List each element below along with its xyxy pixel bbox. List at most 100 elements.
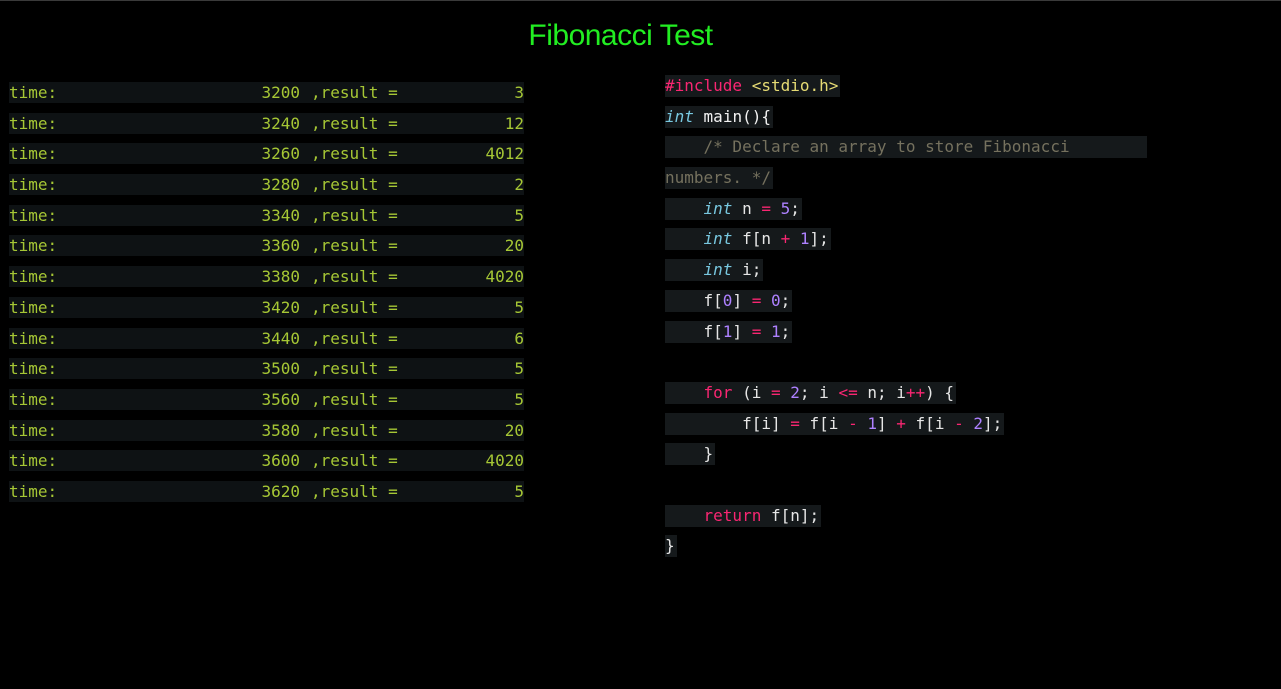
- code-line: }: [665, 443, 1165, 474]
- code-token: ];: [809, 229, 829, 249]
- results-list: time: 3200 ,result = 3 time: 3240 ,result = 12 t…: [9, 82, 524, 512]
- code-token: ; i: [799, 382, 829, 402]
- code-token: ];: [983, 413, 1003, 433]
- code-token: 0: [722, 290, 733, 310]
- code-token: ) {: [925, 382, 955, 402]
- code-token: f[: [703, 290, 723, 310]
- result-row: time: 3600 ,result = 4020: [9, 450, 524, 472]
- code-token: #include: [665, 76, 743, 95]
- code-token: <stdio.h>: [751, 76, 839, 95]
- result-row: time: 3580 ,result = 20: [9, 419, 524, 441]
- time-label: time:: [9, 481, 58, 501]
- code-token: 2: [790, 382, 800, 402]
- result-value: 5: [514, 205, 524, 225]
- code-token: ++: [905, 382, 926, 402]
- code-line: f[1] = 1;: [665, 320, 1165, 352]
- result-row: time: 3340 ,result = 5: [9, 204, 524, 226]
- time-value: 3420: [261, 297, 300, 317]
- code-token: f[i]: [742, 413, 781, 433]
- code-token: 1: [799, 229, 810, 249]
- code-token: 1: [722, 321, 733, 341]
- code-token: 2: [973, 413, 984, 433]
- result-row: time: 3260 ,result = 4012: [9, 143, 524, 165]
- code-token: 1: [867, 413, 877, 433]
- code-line: numbers. */: [665, 167, 1165, 198]
- time-value: 3260: [261, 144, 300, 164]
- time-value: 3200: [261, 83, 300, 102]
- result-value: 4020: [485, 267, 524, 287]
- time-label: time:: [9, 389, 58, 409]
- time-value: 3340: [261, 205, 300, 225]
- code-block: #include <stdio.h> int main(){ /* Declar…: [665, 75, 1165, 566]
- code-comment: /* Declare an array to store Fibonacci: [703, 137, 1070, 157]
- time-value: 3500: [261, 359, 300, 379]
- code-token: =: [751, 321, 762, 341]
- code-token: 5: [780, 198, 791, 218]
- code-token: int: [665, 106, 694, 126]
- code-token: int: [703, 198, 733, 218]
- time-value: 3600: [261, 451, 300, 471]
- code-token: <=: [838, 382, 858, 402]
- result-value: 20: [504, 420, 524, 440]
- result-label: ,result =: [311, 481, 398, 501]
- result-label: ,result =: [311, 420, 398, 440]
- result-row: time: 3380 ,result = 4020: [9, 266, 524, 288]
- code-token: +: [780, 229, 791, 249]
- code-token: }: [703, 444, 714, 464]
- result-label: ,result =: [311, 451, 398, 471]
- result-row: time: 3360 ,result = 20: [9, 235, 524, 257]
- code-line: f[i] = f[i - 1] + f[i - 2];: [665, 412, 1165, 444]
- code-token: ;: [790, 198, 800, 218]
- result-row: time: 3560 ,result = 5: [9, 388, 524, 410]
- result-value: 4020: [485, 451, 524, 471]
- time-label: time:: [9, 144, 58, 164]
- code-token: =: [761, 198, 771, 218]
- result-label: ,result =: [311, 359, 398, 379]
- result-value: 5: [514, 389, 524, 409]
- time-label: time:: [9, 83, 58, 102]
- result-value: 12: [504, 113, 524, 133]
- code-line: int main(){: [665, 105, 1165, 137]
- time-label: time:: [9, 451, 58, 471]
- time-label: time:: [9, 175, 58, 195]
- result-row: time: 3420 ,result = 5: [9, 296, 524, 318]
- result-label: ,result =: [311, 175, 398, 195]
- result-label: ,result =: [311, 297, 398, 317]
- code-line: int i;: [665, 259, 1165, 290]
- page-title: Fibonacci Test: [528, 19, 713, 52]
- result-row: time: 3280 ,result = 2: [9, 174, 524, 196]
- code-token: =: [790, 413, 800, 433]
- code-token: i;: [742, 260, 762, 280]
- time-label: time:: [9, 359, 58, 379]
- result-row: time: 3620 ,result = 5: [9, 480, 524, 502]
- code-line: #include <stdio.h>: [665, 75, 1165, 106]
- result-value: 2: [514, 175, 524, 195]
- result-label: ,result =: [311, 113, 398, 133]
- code-token: +: [896, 413, 906, 433]
- code-line: int f[n + 1];: [665, 228, 1165, 259]
- code-token: f[i: [915, 413, 945, 433]
- code-token: }: [665, 536, 675, 556]
- result-value: 20: [504, 236, 524, 256]
- code-line: int n = 5;: [665, 197, 1165, 229]
- code-token: return: [703, 505, 762, 525]
- time-value: 3560: [261, 389, 300, 409]
- page: Fibonacci Test time: 3200 ,result = 3 time: 3…: [0, 0, 1281, 689]
- code-line: }: [665, 535, 1165, 566]
- time-label: time:: [9, 328, 58, 348]
- time-value: 3380: [261, 267, 300, 287]
- result-value: 5: [514, 359, 524, 379]
- result-label: ,result =: [311, 83, 398, 102]
- code-token: for: [703, 382, 733, 402]
- code-token: f[: [703, 321, 723, 341]
- code-token: (i: [742, 382, 762, 402]
- time-label: time:: [9, 113, 58, 133]
- code-token: =: [751, 290, 762, 310]
- result-label: ,result =: [311, 267, 398, 287]
- code-line: /* Declare an array to store Fibonacci: [665, 136, 1165, 167]
- code-token: f[n: [742, 229, 771, 249]
- time-label: time:: [9, 297, 58, 317]
- code-token: 0: [771, 290, 781, 310]
